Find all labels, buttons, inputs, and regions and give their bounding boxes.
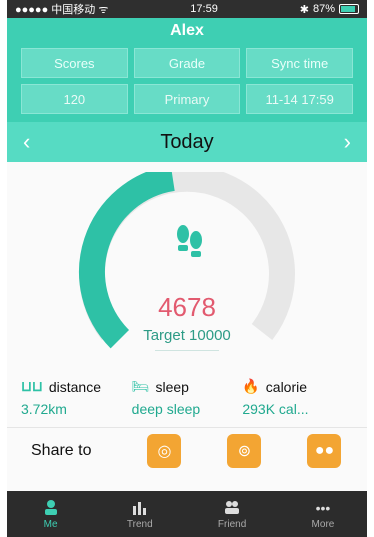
tab-friend-label: Friend (217, 519, 247, 530)
grade-header: Grade (133, 48, 241, 78)
distance-value: 3.72km (21, 401, 67, 417)
tab-trend[interactable]: Trend (127, 498, 153, 530)
tab-me-label: Me (43, 519, 58, 530)
tab-more-label: More (311, 519, 335, 530)
bed-icon: 🛏 (131, 378, 150, 394)
carrier-label: ●●●●● 中国移动 ᯤ (15, 4, 109, 16)
distance-stat: ⊔⊔ distance 3.72km (21, 378, 132, 417)
bluetooth-icon: ✱ (299, 3, 309, 16)
ruler-icon: ⊔⊔ (21, 378, 43, 394)
friends-icon (221, 498, 243, 516)
sleep-value: deep sleep (131, 401, 201, 417)
grade-value: Primary (133, 84, 241, 114)
bar-chart-icon (129, 498, 151, 516)
tab-trend-label: Trend (126, 519, 153, 530)
tab-bar: Me Trend Friend ••• More (7, 491, 367, 537)
chat-icon: ●● (314, 441, 335, 459)
prev-day-button[interactable]: ‹ (23, 129, 30, 155)
tab-more[interactable]: ••• More (312, 498, 335, 530)
phone-screen: ●●●●● 中国移动 ᯤ 17:59 ✱ 87% Alex Scores Gra… (7, 0, 367, 537)
tab-friend[interactable]: Friend (218, 498, 246, 530)
scores-header: Scores (21, 48, 128, 78)
calorie-label: calorie (265, 378, 308, 395)
weibo-icon: ◎ (157, 442, 172, 460)
user-name: Alex (170, 22, 204, 39)
sleep-stat: 🛏 sleep deep sleep (132, 378, 243, 417)
sleep-label: sleep (155, 378, 189, 395)
flame-icon: 🔥 (242, 378, 260, 394)
step-count: 4678 (158, 292, 216, 322)
battery-icon (338, 4, 359, 14)
activity-panel: 4678 Target 10000 ⊔⊔ distance 3.72km 🛏 s… (7, 162, 367, 510)
scores-value: 120 (21, 84, 128, 114)
sync-time-value: 11-14 17:59 (246, 84, 353, 114)
wechat-share-button[interactable]: ●● (307, 433, 342, 468)
person-icon (40, 498, 62, 516)
date-label: Today (160, 130, 214, 153)
activity-stats: ⊔⊔ distance 3.72km 🛏 sleep deep sleep 🔥 … (7, 378, 367, 417)
share-label: Share to (31, 441, 92, 459)
more-icon: ••• (315, 500, 331, 516)
footsteps-icon (177, 225, 202, 257)
next-day-button[interactable]: › (344, 129, 351, 155)
status-bar: ●●●●● 中国移动 ᯤ 17:59 ✱ 87% (7, 0, 367, 18)
weibo-share-button[interactable]: ◎ (147, 433, 182, 468)
calorie-stat: 🔥 calorie 293K cal... (242, 378, 353, 417)
sync-time-header: Sync time (246, 48, 353, 78)
battery-area: ✱ 87% (300, 3, 359, 16)
calorie-value: 293K cal... (242, 401, 309, 417)
date-navigator: ‹ Today › (7, 122, 367, 162)
pin-icon: ⊚ (237, 442, 252, 460)
clock: 17:59 (190, 3, 218, 15)
target-steps: Target 10000 (143, 327, 231, 344)
header: ●●●●● 中国移动 ᯤ 17:59 ✱ 87% Alex Scores Gra… (7, 0, 367, 122)
battery-percent: 87% (312, 3, 335, 15)
divider (155, 350, 219, 351)
tab-me[interactable]: Me (40, 498, 62, 530)
moments-share-button[interactable]: ⊚ (227, 433, 262, 468)
share-row: Share to ◎ ⊚ ●● (7, 427, 367, 473)
carrier: ●●●●● 中国移动 ᯤ (15, 1, 108, 17)
stats-table: Scores Grade Sync time 120 Primary 11-14… (7, 44, 367, 122)
distance-label: distance (48, 378, 102, 395)
